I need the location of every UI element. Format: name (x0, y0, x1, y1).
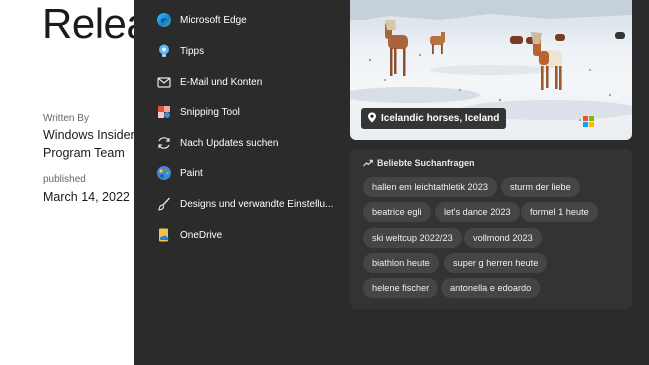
app-item-tipps[interactable]: Tipps (156, 39, 356, 63)
search-chip[interactable]: beatrice egli (363, 202, 431, 222)
app-label: OneDrive (180, 229, 223, 241)
search-chip[interactable]: antonella e edoardo (441, 278, 541, 298)
search-chip[interactable]: sturm der liebe (501, 177, 580, 197)
author-name[interactable]: Windows Insider Program Team (43, 126, 138, 162)
mail-icon (156, 74, 172, 90)
written-by-label: Written By (43, 113, 89, 124)
spotlight-photo-card[interactable]: Icelandic horses, Iceland (350, 0, 632, 140)
app-label: Designs und verwandte Einstellu... (180, 198, 334, 210)
start-search-panel: Microsoft Edge Tipps E-Mail und Konten S… (134, 0, 649, 365)
app-label: Paint (180, 167, 203, 179)
publish-date: March 14, 2022 (43, 190, 130, 204)
search-chip[interactable]: biathlon heute (363, 253, 439, 273)
trending-searches-card: Beliebte Suchanfragen hallen em leichtat… (350, 149, 632, 309)
trending-searches-title: Beliebte Suchanfragen (363, 158, 475, 168)
app-label: E-Mail und Konten (180, 76, 263, 88)
app-item-onedrive[interactable]: OneDrive (156, 223, 356, 247)
paint-icon (156, 165, 172, 181)
app-label: Nach Updates suchen (180, 137, 279, 149)
app-item-email[interactable]: E-Mail und Konten (156, 70, 356, 94)
app-item-microsoft-edge[interactable]: Microsoft Edge (156, 8, 356, 32)
app-label: Snipping Tool (180, 106, 240, 118)
tips-icon (156, 43, 172, 59)
app-item-paint[interactable]: Paint (156, 161, 356, 185)
photo-caption[interactable]: Icelandic horses, Iceland (361, 108, 507, 129)
brush-icon (156, 196, 172, 212)
published-label: published (43, 174, 86, 185)
app-label: Tipps (180, 45, 205, 57)
search-chip[interactable]: formel 1 heute (521, 202, 598, 222)
photo-caption-text: Icelandic horses, Iceland (381, 113, 500, 124)
onedrive-icon (156, 227, 172, 243)
app-item-snipping-tool[interactable]: Snipping Tool (156, 100, 356, 124)
trending-searches-label: Beliebte Suchanfragen (377, 158, 475, 168)
edge-icon (156, 12, 172, 28)
search-chip[interactable]: let's dance 2023 (435, 202, 520, 222)
search-chip[interactable]: ski weltcup 2022/23 (363, 228, 462, 248)
blog-page: Relea Written By Windows Insider Program… (0, 0, 150, 365)
search-chip[interactable]: helene fischer (363, 278, 439, 298)
refresh-icon (156, 135, 172, 151)
location-pin-icon (367, 112, 377, 126)
app-label: Microsoft Edge (180, 14, 247, 26)
trending-arrow-icon (363, 159, 373, 167)
search-chip[interactable]: hallen em leichtathletik 2023 (363, 177, 497, 197)
search-chip[interactable]: vollmond 2023 (464, 228, 542, 248)
app-item-designs[interactable]: Designs und verwandte Einstellu... (156, 192, 356, 216)
app-item-updates[interactable]: Nach Updates suchen (156, 131, 356, 155)
snipping-tool-icon (156, 104, 172, 120)
search-chip[interactable]: super g herren heute (444, 253, 548, 273)
